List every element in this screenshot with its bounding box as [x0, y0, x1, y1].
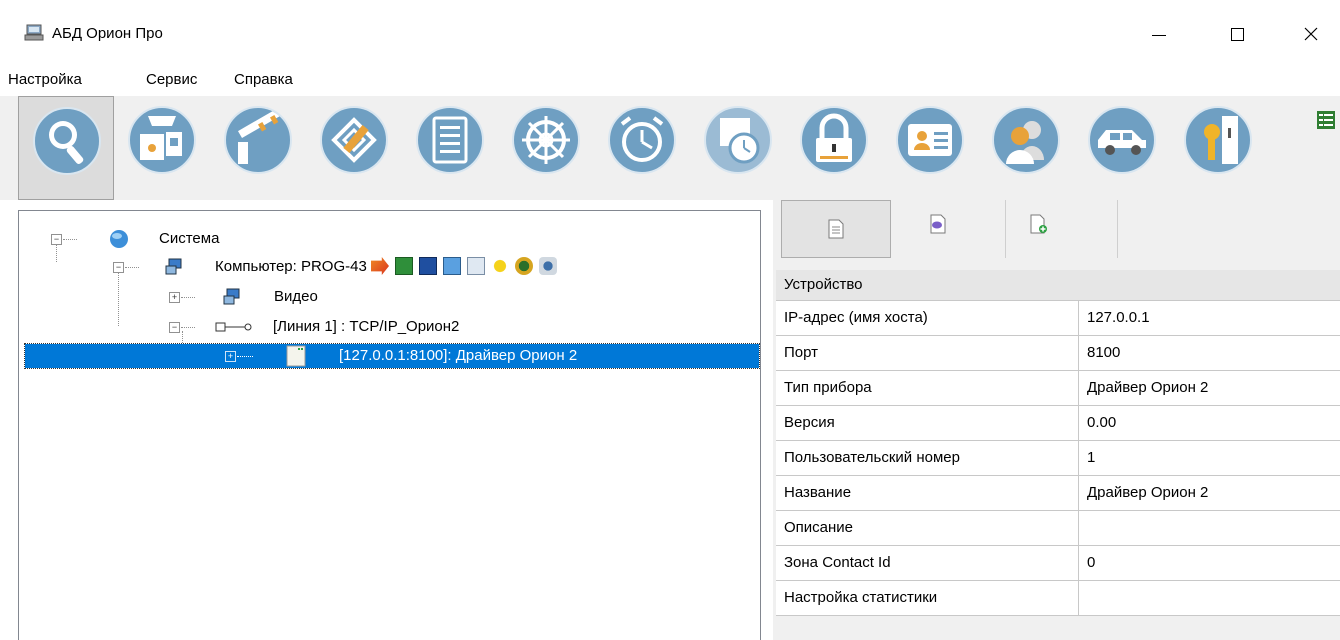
tab-divider: [1117, 200, 1118, 258]
plan-edit-button[interactable]: [306, 96, 402, 200]
maximize-icon: [1230, 27, 1244, 41]
collapse-toggle[interactable]: −: [169, 322, 180, 333]
alarm-clock-button[interactable]: [594, 96, 690, 200]
tab-add[interactable]: [1005, 200, 1116, 258]
tab-comments[interactable]: [893, 200, 1003, 258]
properties-panel: Устройство IP-адрес (имя хоста) 127.0.0.1…: [773, 196, 1340, 640]
maximize-button[interactable]: [1214, 14, 1260, 54]
minimize-icon: [1152, 34, 1166, 36]
grid-view-button[interactable]: [1316, 110, 1336, 130]
property-row[interactable]: IP-адрес (имя хоста) 127.0.0.1: [776, 301, 1340, 336]
computer-status-icons: [371, 257, 563, 275]
lock-icon: [800, 106, 868, 174]
minimize-button[interactable]: [1136, 14, 1182, 54]
lock-button[interactable]: [786, 96, 882, 200]
toolbar: [0, 96, 1340, 200]
tree-label-system: Система: [159, 230, 220, 247]
arrow-icon[interactable]: [371, 257, 389, 275]
report-icon[interactable]: [467, 257, 485, 275]
comment-page-icon: [930, 214, 946, 234]
globe-icon: [110, 230, 128, 248]
display-icon[interactable]: [419, 257, 437, 275]
property-row[interactable]: Версия 0.00: [776, 406, 1340, 441]
property-grid: Устройство IP-адрес (имя хоста) 127.0.0.1…: [776, 270, 1340, 616]
computer-icon: [165, 258, 182, 275]
devices-button[interactable]: [114, 96, 210, 200]
menu-help[interactable]: Справка: [234, 71, 293, 88]
tree-label-driver: [127.0.0.1:8100]: Драйвер Орион 2: [339, 347, 578, 364]
sun-icon[interactable]: [491, 257, 509, 275]
tab-properties[interactable]: [781, 200, 891, 258]
search-button[interactable]: [18, 96, 114, 200]
property-row[interactable]: Название Драйвер Орион 2: [776, 476, 1340, 511]
list-icon: [416, 106, 484, 174]
expand-toggle[interactable]: +: [169, 292, 180, 303]
device-icon: [286, 345, 306, 367]
gear-icon[interactable]: [515, 257, 533, 275]
wheel-icon: [512, 106, 580, 174]
property-section-header: Устройство: [776, 270, 1340, 301]
document-icon[interactable]: [443, 257, 461, 275]
menu-settings[interactable]: Настройка: [8, 71, 82, 88]
users-icon: [992, 106, 1060, 174]
property-row[interactable]: Тип прибора Драйвер Орион 2: [776, 371, 1340, 406]
title-bar: АБД Орион Про: [0, 0, 1340, 64]
schedule-icon: [704, 106, 772, 174]
id-card-icon: [896, 106, 964, 174]
expand-toggle[interactable]: +: [225, 351, 236, 362]
car-icon: [1088, 106, 1156, 174]
close-button[interactable]: [1288, 14, 1334, 54]
tree-label-computer: Компьютер: PROG-43: [215, 258, 367, 275]
barrier-icon: [224, 106, 292, 174]
grid-view-icon: [1317, 111, 1335, 129]
window-title: АБД Орион Про: [52, 25, 163, 42]
car-button[interactable]: [1074, 96, 1170, 200]
properties-page-icon: [828, 219, 844, 239]
tree-node-driver[interactable]: + [127.0.0.1:8100]: Драйвер Орион 2: [24, 343, 760, 369]
add-page-icon: [1030, 214, 1047, 234]
app-icon: [24, 24, 44, 41]
id-card-button[interactable]: [882, 96, 978, 200]
collapse-toggle[interactable]: −: [113, 262, 124, 273]
device-tree[interactable]: − Система − Компьютер: PROG-43 + Видео −: [18, 210, 761, 640]
alarm-clock-icon: [608, 106, 676, 174]
tree-label-video: Видео: [274, 288, 318, 305]
barrier-button[interactable]: [210, 96, 306, 200]
computer-icon: [223, 288, 240, 305]
menu-service[interactable]: Сервис: [146, 71, 197, 88]
camera-icon[interactable]: [539, 257, 557, 275]
property-row[interactable]: Описание: [776, 511, 1340, 546]
tree-label-line: [Линия 1] : TCP/IP_Орион2: [273, 318, 460, 335]
property-row[interactable]: Зона Contact Id 0: [776, 546, 1340, 581]
plan-edit-icon: [320, 106, 388, 174]
search-icon: [33, 107, 101, 175]
monitor-icon[interactable]: [395, 257, 413, 275]
line-icon: [215, 322, 252, 332]
devices-icon: [128, 106, 196, 174]
collapse-toggle[interactable]: −: [51, 234, 62, 245]
users-button[interactable]: [978, 96, 1074, 200]
property-row[interactable]: Настройка статистики: [776, 581, 1340, 616]
key-icon: [1184, 106, 1252, 174]
tree-node-computer[interactable]: − Компьютер: PROG-43: [19, 255, 759, 279]
schedule-button[interactable]: [690, 96, 786, 200]
key-button[interactable]: [1170, 96, 1266, 200]
wheel-button[interactable]: [498, 96, 594, 200]
tree-node-line[interactable]: − [Линия 1] : TCP/IP_Орион2: [19, 315, 619, 339]
close-icon: [1304, 27, 1318, 41]
property-row[interactable]: Порт 8100: [776, 336, 1340, 371]
property-row[interactable]: Пользовательский номер 1: [776, 441, 1340, 476]
list-button[interactable]: [402, 96, 498, 200]
